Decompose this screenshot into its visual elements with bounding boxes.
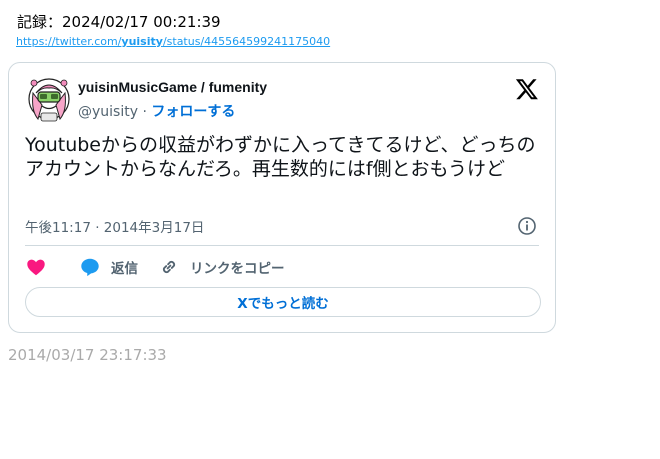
follow-button[interactable]: フォローする — [151, 104, 235, 120]
handle-row: @yuisity · フォローする — [78, 101, 235, 121]
source-link[interactable]: https://twitter.com/yuisity/status/44556… — [16, 35, 330, 48]
separator: · — [142, 104, 147, 120]
handle[interactable]: @yuisity — [78, 104, 138, 120]
action-bar: 返信 リンクをコピー — [25, 255, 285, 279]
reply-label: 返信 — [111, 261, 138, 277]
like-button[interactable] — [25, 256, 47, 278]
link-icon — [162, 260, 176, 274]
reply-button[interactable]: 返信 — [79, 256, 138, 278]
speech-bubble-icon — [81, 258, 99, 277]
source-link-user: yuisity — [121, 35, 163, 48]
read-more-button[interactable]: Xでもっと読む — [25, 287, 541, 317]
divider — [25, 245, 539, 246]
x-logo-icon[interactable] — [515, 77, 539, 101]
tweet-timestamp[interactable]: 午後11:17 · 2014年3月17日 — [25, 216, 204, 236]
record-timestamp: 記録：2024/02/17 00:21:39 — [17, 13, 221, 31]
source-link-prefix: https://twitter.com/ — [16, 35, 122, 48]
copy-link-button[interactable]: リンクをコピー — [158, 256, 285, 278]
footer-date: 2014/03/17 23:17:33 — [8, 346, 167, 364]
source-link-suffix: /status/445564599241175040 — [162, 35, 331, 48]
heart-icon — [27, 259, 45, 276]
avatar[interactable] — [28, 75, 70, 123]
info-icon[interactable] — [517, 216, 537, 236]
copy-link-label: リンクをコピー — [190, 261, 285, 277]
display-name[interactable]: yuisinMusicGame / fumenity — [78, 79, 267, 95]
tweet-text: Youtubeからの収益がわずかに入ってきてるけど、どっちのアカウントからなんだ… — [25, 134, 536, 180]
tweet-card: yuisinMusicGame / fumenity @yuisity · フォ… — [8, 62, 556, 333]
